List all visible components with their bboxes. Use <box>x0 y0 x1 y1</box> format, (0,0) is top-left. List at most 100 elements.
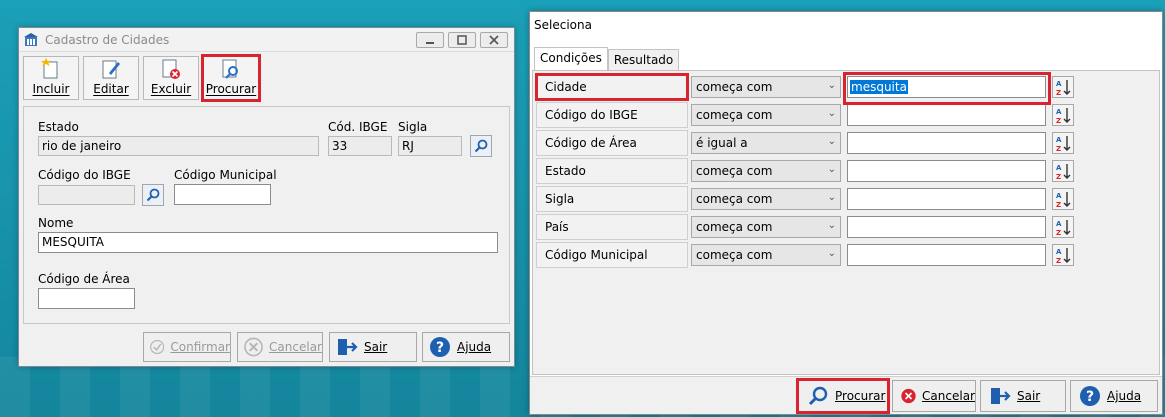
new-document-icon <box>41 58 61 80</box>
sort-az-icon: AZ <box>1056 192 1071 208</box>
sair-button[interactable]: Sair <box>329 332 417 362</box>
condition-operator-select[interactable]: começa com ⌄ <box>691 160 841 182</box>
window-title: Cadastro de Cidades <box>45 32 170 47</box>
sair-button[interactable]: Sair <box>980 380 1066 412</box>
sort-button[interactable]: AZ <box>1052 132 1074 154</box>
cancel-icon <box>244 337 263 357</box>
condition-operator-select[interactable]: é igual a ⌄ <box>691 132 841 154</box>
delete-icon <box>161 58 181 80</box>
maximize-icon <box>457 35 467 45</box>
procurar-button[interactable]: Procurar <box>796 378 890 414</box>
cod-ibge-field: 33 <box>328 136 392 156</box>
condition-field-label: Cidade <box>535 73 689 101</box>
estado-label: Estado <box>38 120 79 134</box>
condition-value-input[interactable] <box>847 104 1046 126</box>
svg-text:Z: Z <box>1056 173 1061 180</box>
condition-operator-select[interactable]: começa com ⌄ <box>691 244 841 266</box>
condition-field-label: País <box>536 214 688 240</box>
search-icon <box>474 139 488 153</box>
sort-az-icon: AZ <box>1056 80 1071 96</box>
nome-input[interactable]: MESQUITA <box>38 232 498 253</box>
check-icon <box>150 339 165 355</box>
condition-row: Sigla começa com ⌄ A Z <box>536 186 1074 212</box>
condition-field-label: Código do IBGE <box>536 102 688 128</box>
condition-field-label: Sigla <box>536 186 688 212</box>
search-icon <box>808 386 828 406</box>
sort-az-icon: AZ <box>1056 164 1071 180</box>
close-button[interactable] <box>480 32 508 48</box>
confirmar-button[interactable]: Confirmar <box>143 332 231 362</box>
sort-az-icon: AZ <box>1056 220 1071 236</box>
cancel-icon <box>901 388 916 404</box>
condition-value-input[interactable] <box>847 244 1046 266</box>
condition-row: Código Municipal começa com ⌄ A Z <box>536 242 1074 268</box>
nome-label: Nome <box>38 216 74 230</box>
svg-text:A: A <box>1056 80 1062 88</box>
sort-az-icon: AZ <box>1056 136 1071 152</box>
svg-text:A: A <box>1056 248 1062 256</box>
svg-text:A: A <box>1056 192 1062 200</box>
condition-value-input[interactable] <box>847 188 1046 210</box>
excluir-button[interactable]: Excluir <box>143 56 199 100</box>
ajuda-button[interactable]: ? Ajuda <box>422 332 510 362</box>
search-document-icon <box>221 58 241 80</box>
svg-text:Z: Z <box>1056 89 1061 96</box>
condition-row: País começa com ⌄ A Z <box>536 214 1074 240</box>
building-icon <box>23 32 39 48</box>
sort-button[interactable]: AZ <box>1052 160 1074 182</box>
editar-button[interactable]: Editar <box>83 56 139 100</box>
chevron-down-icon: ⌄ <box>827 220 836 231</box>
sort-button[interactable]: AZ <box>1052 188 1074 210</box>
svg-text:A: A <box>1056 108 1062 116</box>
sort-az-icon: AZ <box>1056 108 1071 124</box>
procurar-button[interactable]: Procurar <box>201 54 261 102</box>
svg-text:?: ? <box>436 340 444 356</box>
maximize-button[interactable] <box>448 32 476 48</box>
cadastro-cidades-window: Cadastro de Cidades Incluir Editar Exclu… <box>18 27 515 367</box>
cancelar-button[interactable]: Cancelar <box>237 332 323 362</box>
condition-operator-value: começa com <box>696 108 773 122</box>
condition-operator-value: começa com <box>696 248 773 262</box>
ajuda-button[interactable]: ? Ajuda <box>1070 380 1158 412</box>
sort-az-icon: AZ <box>1056 248 1071 264</box>
search-icon <box>146 188 160 202</box>
sort-button[interactable]: AZ <box>1052 244 1074 266</box>
condition-field-label: Estado <box>536 158 688 184</box>
minimize-button[interactable] <box>416 32 444 48</box>
codigo-ibge-label: Código do IBGE <box>38 168 131 182</box>
svg-text:A: A <box>1056 220 1062 228</box>
estado-search-button[interactable] <box>470 135 492 157</box>
tab-resultado[interactable]: Resultado <box>607 49 680 70</box>
condition-operator-select[interactable]: começa com ⌄ <box>691 216 841 238</box>
codigo-area-input[interactable] <box>38 288 135 309</box>
chevron-down-icon: ⌄ <box>827 136 836 147</box>
codigo-municipal-label: Código Municipal <box>174 168 277 182</box>
sigla-label: Sigla <box>398 120 428 134</box>
incluir-button[interactable]: Incluir <box>23 56 79 100</box>
condition-operator-select[interactable]: começa com ⌄ <box>691 104 841 126</box>
condition-value-input[interactable] <box>847 132 1046 154</box>
condition-operator-value: começa com <box>696 80 773 94</box>
tab-condicoes[interactable]: Condições <box>534 47 608 70</box>
svg-text:Z: Z <box>1056 257 1061 264</box>
condition-operator-select[interactable]: começa com ⌄ <box>691 76 841 98</box>
minimize-icon <box>426 42 434 44</box>
close-icon <box>489 35 499 45</box>
sort-button[interactable]: AZ <box>1052 76 1074 98</box>
estado-field: rio de janeiro <box>38 136 319 156</box>
cancelar-button[interactable]: Cancelar <box>892 380 976 412</box>
condition-value-input[interactable] <box>847 216 1046 238</box>
edit-icon <box>101 58 121 80</box>
condition-value-input[interactable] <box>847 160 1046 182</box>
help-icon: ? <box>430 337 450 357</box>
sort-button[interactable]: AZ <box>1052 216 1074 238</box>
codigo-area-label: Código de Área <box>38 272 130 286</box>
codigo-ibge-field <box>38 185 135 205</box>
svg-text:Z: Z <box>1056 201 1061 208</box>
condition-operator-select[interactable]: começa com ⌄ <box>691 188 841 210</box>
sort-button[interactable]: AZ <box>1052 104 1074 126</box>
codigo-ibge-search-button[interactable] <box>142 184 164 206</box>
condition-row: Estado começa com ⌄ A Z <box>536 158 1074 184</box>
window-title: Seleciona <box>534 18 592 32</box>
codigo-municipal-input[interactable] <box>174 184 271 205</box>
